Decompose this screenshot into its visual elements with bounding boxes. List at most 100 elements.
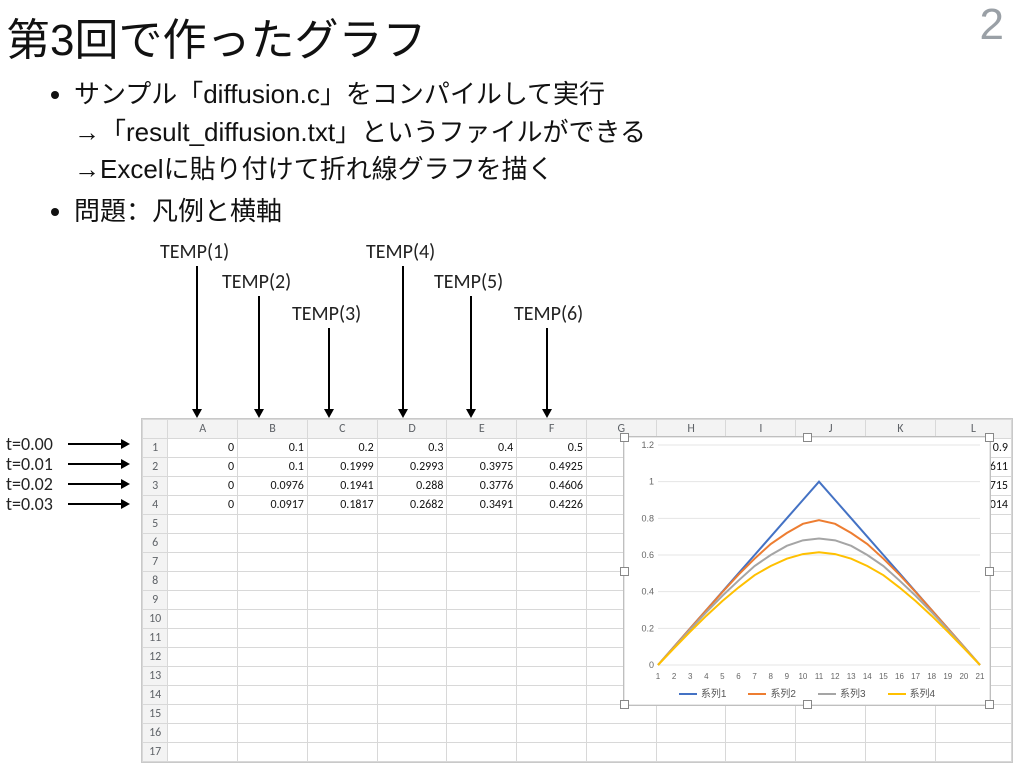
cell[interactable] [307,515,377,534]
cell[interactable] [517,667,587,686]
cell[interactable]: 0 [168,477,238,496]
cell[interactable]: 0.2993 [377,458,447,477]
cell[interactable] [726,743,796,762]
cell[interactable] [726,724,796,743]
cell[interactable] [517,534,587,553]
cell[interactable]: 0.0976 [238,477,308,496]
cell[interactable] [307,667,377,686]
cell[interactable] [866,724,936,743]
cell[interactable] [377,667,447,686]
cell[interactable]: 0.4 [447,439,517,458]
cell[interactable] [377,686,447,705]
cell[interactable] [726,705,796,724]
cell[interactable] [168,667,238,686]
cell[interactable] [447,534,517,553]
cell[interactable] [447,515,517,534]
cell[interactable] [377,610,447,629]
cell[interactable] [447,553,517,572]
cell[interactable] [517,515,587,534]
cell[interactable]: 0.3975 [447,458,517,477]
cell[interactable] [238,648,308,667]
cell[interactable] [168,610,238,629]
cell[interactable] [656,705,726,724]
cell[interactable] [238,553,308,572]
cell[interactable] [377,648,447,667]
cell[interactable] [168,648,238,667]
cell[interactable] [447,572,517,591]
cell[interactable] [866,743,936,762]
cell[interactable] [307,686,377,705]
cell[interactable] [796,724,866,743]
cell[interactable] [238,534,308,553]
cell[interactable] [238,724,308,743]
cell[interactable] [517,724,587,743]
cell[interactable] [447,610,517,629]
cell[interactable] [447,629,517,648]
cell[interactable] [517,686,587,705]
cell[interactable] [935,743,1011,762]
cell[interactable] [168,534,238,553]
cell[interactable] [238,629,308,648]
cell[interactable]: 0 [168,458,238,477]
cell[interactable]: 0.0917 [238,496,308,515]
cell[interactable] [307,572,377,591]
cell[interactable] [238,667,308,686]
cell[interactable] [307,629,377,648]
cell[interactable] [307,648,377,667]
cell[interactable] [168,572,238,591]
cell[interactable] [447,591,517,610]
cell[interactable] [517,648,587,667]
cell[interactable]: 0.1 [238,458,308,477]
cell[interactable]: 0.1 [238,439,308,458]
cell[interactable] [656,724,726,743]
cell[interactable]: 0 [168,439,238,458]
cell[interactable]: 0.1941 [307,477,377,496]
cell[interactable] [307,705,377,724]
cell[interactable] [307,553,377,572]
cell[interactable] [517,591,587,610]
cell[interactable] [447,743,517,762]
cell[interactable] [307,610,377,629]
cell[interactable] [447,667,517,686]
cell[interactable] [517,572,587,591]
cell[interactable] [377,572,447,591]
cell[interactable] [238,572,308,591]
cell[interactable] [307,534,377,553]
cell[interactable] [238,515,308,534]
cell[interactable] [935,724,1011,743]
cell[interactable] [307,591,377,610]
cell[interactable] [377,629,447,648]
cell[interactable]: 0 [168,496,238,515]
cell[interactable] [517,705,587,724]
cell[interactable] [447,724,517,743]
cell[interactable] [238,686,308,705]
cell[interactable]: 0.3 [377,439,447,458]
cell[interactable] [935,705,1011,724]
cell[interactable]: 0.4226 [517,496,587,515]
cell[interactable] [168,743,238,762]
cell[interactable] [238,591,308,610]
cell[interactable] [517,610,587,629]
cell[interactable]: 0.4606 [517,477,587,496]
cell[interactable]: 0.2682 [377,496,447,515]
cell[interactable] [307,724,377,743]
cell[interactable] [377,534,447,553]
cell[interactable] [238,705,308,724]
cell[interactable] [517,553,587,572]
cell[interactable]: 0.1999 [307,458,377,477]
cell[interactable] [168,553,238,572]
cell[interactable] [586,724,656,743]
cell[interactable] [447,705,517,724]
cell[interactable]: 0.4925 [517,458,587,477]
cell[interactable] [168,724,238,743]
cell[interactable]: 0.5 [517,439,587,458]
cell[interactable] [377,705,447,724]
cell[interactable]: 0.1817 [307,496,377,515]
cell[interactable] [796,743,866,762]
cell[interactable] [168,591,238,610]
cell[interactable] [517,743,587,762]
cell[interactable] [447,648,517,667]
cell[interactable] [168,686,238,705]
cell[interactable] [866,705,936,724]
cell[interactable] [307,743,377,762]
